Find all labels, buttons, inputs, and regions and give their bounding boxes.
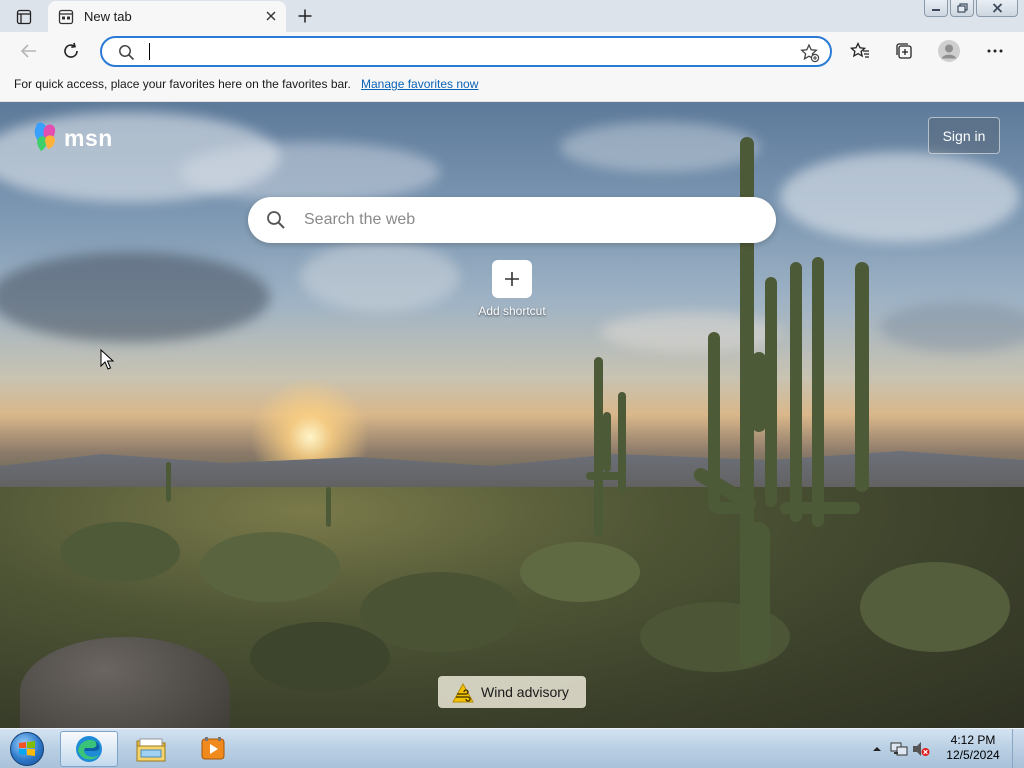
restore-button[interactable] (950, 0, 974, 17)
browser-toolbar (0, 32, 1024, 70)
show-hidden-icons-button[interactable] (866, 738, 888, 760)
edge-icon (76, 736, 102, 762)
web-search-box[interactable] (248, 197, 776, 243)
restore-icon (956, 3, 968, 13)
new-tab-page-icon (58, 9, 74, 25)
plus-icon (505, 272, 519, 286)
window-controls (922, 0, 1018, 17)
manage-favorites-link[interactable]: Manage favorites now (361, 77, 478, 91)
search-icon (267, 211, 285, 229)
address-bar[interactable] (100, 36, 832, 67)
taskbar-file-explorer-button[interactable] (122, 731, 180, 767)
favorites-star-icon (850, 42, 869, 58)
taskbar-media-player-button[interactable] (184, 731, 242, 767)
tab-new-tab[interactable]: New tab (48, 1, 286, 32)
taskbar-edge-button[interactable] (60, 731, 118, 767)
wind-advisory-label: Wind advisory (481, 684, 569, 700)
search-icon (119, 45, 135, 61)
chevron-up-icon (873, 747, 881, 751)
system-tray (866, 735, 932, 763)
windows-start-orb-icon (10, 732, 44, 766)
taskbar-clock[interactable]: 4:12 PM 12/5/2024 (940, 733, 1006, 763)
web-search-input[interactable] (304, 209, 744, 231)
minimize-icon (932, 9, 940, 11)
wind-warning-icon (452, 683, 474, 703)
back-arrow-icon (20, 44, 36, 58)
sign-in-button[interactable]: Sign in (928, 117, 1000, 154)
new-tab-button[interactable] (292, 4, 318, 28)
tab-actions-button[interactable] (8, 6, 40, 28)
more-dots-icon (987, 49, 1003, 53)
tray-volume-button[interactable] (910, 738, 932, 760)
favorites-bar-message: For quick access, place your favorites h… (14, 77, 351, 91)
close-icon (266, 11, 276, 21)
settings-more-button[interactable] (980, 36, 1010, 66)
tab-strip: New tab (0, 0, 1024, 32)
clock-date: 12/5/2024 (946, 748, 1000, 762)
back-button[interactable] (14, 36, 44, 66)
network-icon (890, 742, 908, 756)
taskbar: 4:12 PM 12/5/2024 (0, 728, 1024, 768)
msn-brand-text: msn (64, 125, 113, 151)
address-input[interactable] (148, 40, 788, 63)
close-window-button[interactable] (976, 0, 1018, 17)
add-shortcut-label: Add shortcut (478, 304, 546, 318)
add-shortcut-tile[interactable] (492, 260, 532, 298)
clock-time: 4:12 PM (950, 733, 996, 747)
volume-muted-icon (913, 742, 930, 756)
tray-network-button[interactable] (888, 738, 910, 760)
minimize-button[interactable] (924, 0, 948, 17)
media-player-icon (201, 737, 225, 760)
refresh-button[interactable] (56, 36, 86, 66)
text-caret (149, 43, 150, 60)
show-desktop-button[interactable] (1012, 729, 1024, 768)
file-explorer-icon (136, 738, 166, 762)
mouse-cursor-icon (100, 349, 114, 370)
start-button[interactable] (6, 731, 48, 767)
close-tab-button[interactable] (262, 7, 280, 25)
close-icon (992, 3, 1002, 13)
wind-advisory-button[interactable]: Wind advisory (438, 676, 586, 708)
add-shortcut-button[interactable]: Add shortcut (470, 260, 554, 318)
collections-icon (896, 43, 912, 59)
profile-button[interactable] (934, 36, 964, 66)
new-tab-page: msn Sign in Add shortcut Wind advisory (0, 102, 1024, 728)
favorites-bar: For quick access, place your favorites h… (0, 70, 1024, 102)
tab-title: New tab (84, 9, 132, 24)
tab-actions-icon (16, 9, 32, 25)
add-favorite-icon[interactable] (800, 43, 820, 63)
refresh-icon (64, 42, 78, 58)
avatar-icon (938, 40, 960, 62)
collections-button[interactable] (889, 36, 919, 66)
favorites-button[interactable] (845, 36, 875, 66)
plus-icon (298, 9, 312, 23)
